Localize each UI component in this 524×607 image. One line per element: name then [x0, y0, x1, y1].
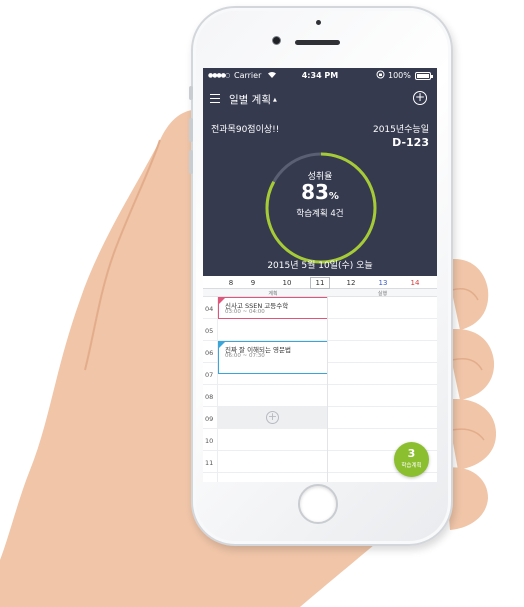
battery-fill [417, 74, 429, 78]
achievement-value: 83% [203, 180, 437, 204]
exam-label: 2015년수능일 [372, 125, 429, 135]
nav-bar: 일별 계획 ▲ + [203, 88, 437, 112]
plan-time: 03:00 ~ 04:00 [225, 309, 265, 315]
week-day[interactable]: 10 [277, 279, 297, 287]
today-date[interactable]: 2015년 5월 10일(수) 오늘 [203, 258, 437, 271]
plan-count: 학습계획 4건 [296, 209, 344, 219]
gutter-divider [217, 297, 218, 482]
plan-block[interactable]: 신사고 SSEN 고등수학 03:00 ~ 04:00 [218, 297, 328, 319]
mute-switch [189, 86, 193, 100]
plan-time: 06:00 ~ 07:30 [225, 353, 265, 359]
hamburger-menu-icon[interactable] [210, 94, 220, 103]
fab-label: 학습계획 [401, 463, 422, 469]
empty-slot[interactable]: + [218, 407, 327, 429]
summary-header: ●●●●○ Carrier 4:34 PM 100% 일별 계획 ▲ + 전과목… [203, 68, 437, 276]
achievement-number: 83 [301, 180, 329, 204]
view-selector-title[interactable]: 일별 계획 [229, 92, 271, 107]
hour-label: 09 [205, 415, 214, 423]
battery-icon [415, 72, 433, 80]
home-button[interactable] [298, 484, 338, 524]
column-divider [327, 297, 328, 482]
study-plan-fab[interactable]: 3 학습계획 [394, 442, 429, 477]
volume-up-button [189, 118, 193, 142]
exec-column-header: 실행 [377, 291, 388, 297]
plan-column-header: 계획 [268, 291, 278, 297]
view-selector-caret-icon[interactable]: ▲ [273, 97, 277, 103]
front-camera [272, 36, 281, 45]
app-screen: ●●●●○ Carrier 4:34 PM 100% 일별 계획 ▲ + 전과목… [203, 68, 437, 482]
dday-counter: D-123 [392, 136, 429, 149]
proximity-sensor [316, 20, 321, 25]
week-day[interactable]: 14 [405, 279, 425, 287]
week-day[interactable]: 11 [310, 277, 330, 289]
week-day[interactable]: 9 [243, 279, 263, 287]
hour-row: 05 [203, 319, 437, 341]
achievement-unit: % [328, 191, 339, 202]
week-day[interactable]: 12 [341, 279, 361, 287]
battery-percent: 100% [388, 71, 411, 80]
week-day[interactable]: 13 [373, 279, 393, 287]
column-headers: 계획 실행 [203, 289, 437, 297]
hour-label: 08 [205, 393, 214, 401]
hour-label: 07 [205, 371, 214, 379]
status-bar: ●●●●○ Carrier 4:34 PM 100% [203, 68, 437, 84]
volume-down-button [189, 150, 193, 174]
week-strip: 8 9 10 11 12 13 14 [203, 277, 437, 289]
hour-label: 06 [205, 349, 214, 357]
add-plan-icon[interactable]: + [413, 91, 427, 105]
rotation-lock-icon [376, 70, 385, 81]
hour-row: 08 [203, 385, 437, 407]
fab-count: 3 [407, 447, 416, 460]
earpiece-speaker [295, 40, 340, 45]
hour-label: 10 [205, 437, 214, 445]
plan-block[interactable]: 진짜 잘 이해되는 영문법 06:00 ~ 07:30 [218, 341, 328, 374]
hour-label: 05 [205, 327, 214, 335]
add-slot-icon[interactable]: + [266, 411, 279, 424]
hour-label: 11 [205, 459, 214, 467]
goal-text: 전과목90점이상!! [211, 125, 280, 135]
hour-label: 04 [205, 305, 214, 313]
week-day[interactable]: 8 [221, 279, 241, 287]
